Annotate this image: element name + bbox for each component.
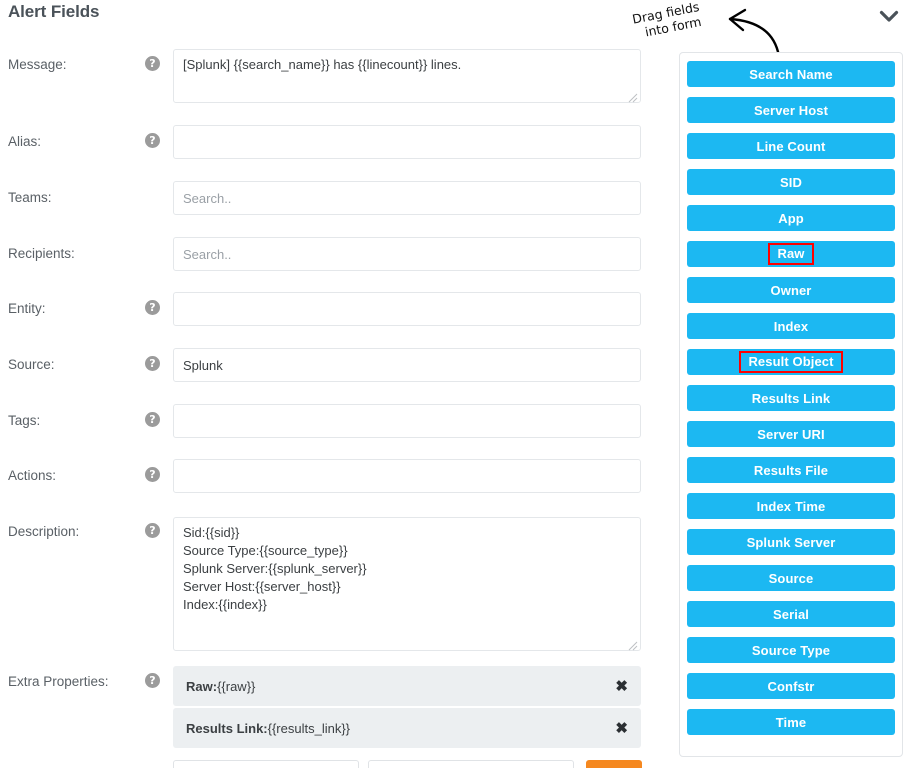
draggable-field-button[interactable]: Source: [687, 565, 895, 591]
draggable-field-button[interactable]: Server Host: [687, 97, 895, 123]
draggable-field-button[interactable]: Server URI: [687, 421, 895, 447]
help-icon[interactable]: ?: [145, 523, 160, 538]
field-input[interactable]: [173, 348, 641, 382]
field-label: Tags:: [8, 413, 41, 428]
alert-fields-form: Message:? Alias:? Teams: Recipients: Entity:…: [0, 0, 672, 768]
field-label: Server Host: [753, 102, 829, 118]
extra-property-value: {{raw}}: [217, 678, 256, 694]
draggable-field-button[interactable]: Serial: [687, 601, 895, 627]
field-label: Results Link: [751, 390, 831, 406]
field-input[interactable]: [173, 459, 641, 493]
field-input[interactable]: [173, 125, 641, 159]
draggable-field-button[interactable]: Splunk Server: [687, 529, 895, 555]
field-label: Description:: [8, 524, 80, 539]
draggable-field-button[interactable]: Index: [687, 313, 895, 339]
field-label: Time: [775, 714, 807, 730]
help-icon[interactable]: ?: [145, 356, 160, 371]
extra-property-key: Results Link:: [186, 720, 268, 736]
draggable-field-button[interactable]: Source Type: [687, 637, 895, 663]
field-label: Alias:: [8, 134, 42, 149]
field-label: Source Type: [751, 642, 831, 658]
help-icon[interactable]: ?: [145, 673, 160, 688]
extra-property-row: Results Link:{{results_link}} ✖: [173, 708, 641, 748]
extra-property-key: Raw:: [186, 678, 218, 694]
add-property-button[interactable]: [586, 760, 642, 768]
field-label: Line Count: [756, 138, 826, 154]
extra-property-row: Raw:{{raw}} ✖: [173, 666, 641, 706]
draggable-field-button[interactable]: Time: [687, 709, 895, 735]
field-input[interactable]: [173, 404, 641, 438]
field-label: Recipients:: [8, 246, 75, 261]
alert-fields-panel: Alert Fields Drag fields into form Messa…: [0, 0, 912, 768]
field-label: Results File: [753, 462, 829, 478]
field-label: SID: [780, 174, 802, 190]
field-label: Search Name: [749, 66, 833, 82]
draggable-field-button[interactable]: Results Link: [687, 385, 895, 411]
field-label: Source:: [8, 357, 55, 372]
field-label: Index Time: [756, 498, 826, 514]
draggable-field-button[interactable]: Owner: [687, 277, 895, 303]
draggable-field-button[interactable]: Results File: [687, 457, 895, 483]
remove-property-button[interactable]: ✖: [609, 679, 628, 694]
draggable-field-button[interactable]: SID: [687, 169, 895, 195]
draggable-field-button[interactable]: Confstr: [687, 673, 895, 699]
extra-property-value: {{results_link}}: [267, 720, 351, 736]
field-label: Server URI: [757, 426, 825, 442]
field-label: Owner: [770, 282, 812, 298]
field-label: Index: [773, 318, 809, 334]
highlighted-field-label: Result Object: [739, 351, 843, 373]
remove-property-button[interactable]: ✖: [609, 721, 628, 736]
extra-property-text: Results Link:{{results_link}}: [186, 721, 609, 736]
draggable-field-button[interactable]: Result Object: [687, 349, 895, 375]
field-input[interactable]: [173, 237, 641, 271]
help-icon[interactable]: ?: [145, 300, 160, 315]
extra-properties-label: Extra Properties:: [8, 674, 109, 689]
field-label: Teams:: [8, 190, 52, 205]
draggable-field-button[interactable]: Index Time: [687, 493, 895, 519]
draggable-field-button[interactable]: Line Count: [687, 133, 895, 159]
field-label: App: [778, 210, 804, 226]
field-input[interactable]: [173, 292, 641, 326]
field-label: Actions:: [8, 468, 57, 483]
field-label: Message:: [8, 57, 67, 72]
field-label: Splunk Server: [746, 534, 836, 550]
field-label: Serial: [772, 606, 809, 622]
chevron-down-icon[interactable]: [878, 6, 900, 26]
help-icon[interactable]: ?: [145, 467, 160, 482]
field-label: Entity:: [8, 301, 46, 316]
field-label: Source: [768, 570, 814, 586]
field-input[interactable]: [173, 49, 641, 103]
field-input[interactable]: [173, 181, 641, 215]
field-label: Confstr: [767, 678, 815, 694]
draggable-field-button[interactable]: App: [687, 205, 895, 231]
field-input[interactable]: [173, 517, 641, 651]
draggable-field-button[interactable]: Search Name: [687, 61, 895, 87]
new-property-key-input[interactable]: [173, 760, 359, 768]
highlighted-field-label: Raw: [768, 243, 814, 265]
help-icon[interactable]: ?: [145, 412, 160, 427]
new-property-value-input[interactable]: [368, 760, 574, 768]
help-icon[interactable]: ?: [145, 133, 160, 148]
extra-property-text: Raw:{{raw}}: [186, 679, 609, 694]
help-icon[interactable]: ?: [145, 56, 160, 71]
draggable-field-button[interactable]: Raw: [687, 241, 895, 267]
